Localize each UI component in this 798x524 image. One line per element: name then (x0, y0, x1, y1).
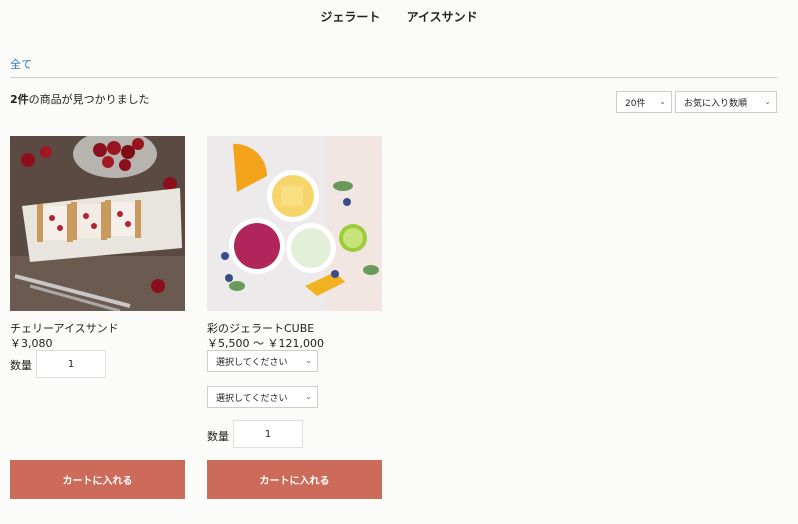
top-navigation: ジェラート アイスサンド (0, 8, 798, 25)
result-count-number: 2件 (10, 93, 29, 106)
variant-select-value: 選択してください (216, 393, 288, 404)
per-page-select[interactable]: 20件 ⌄ (616, 91, 672, 113)
add-to-cart-button[interactable]: カートに入れる (207, 460, 382, 499)
chevron-down-icon: ⌄ (305, 392, 312, 401)
nav-gelato[interactable]: ジェラート (320, 10, 380, 24)
add-to-cart-button[interactable]: カートに入れる (10, 460, 185, 499)
nav-ice-sand[interactable]: アイスサンド (407, 10, 478, 24)
chevron-down-icon: ⌄ (305, 356, 312, 365)
quantity-input[interactable]: 1 (36, 350, 106, 378)
product-price: ￥5,500 ～ ￥121,000 (207, 337, 324, 350)
divider (10, 77, 777, 78)
chevron-down-icon: ⌄ (659, 97, 666, 106)
quantity-label: 数量 (207, 430, 229, 443)
variant-select-value: 選択してください (216, 357, 288, 368)
product-image-cherry-ice-sand[interactable] (10, 136, 185, 311)
variant-select-1[interactable]: 選択してください ⌄ (207, 350, 318, 372)
sort-select[interactable]: お気に入り数順 ⌄ (675, 91, 777, 113)
sort-value: お気に入り数順 (684, 98, 748, 109)
product-price: ￥3,080 (10, 337, 53, 350)
quantity-input[interactable]: 1 (233, 420, 303, 448)
result-count: 2件の商品が見つかりました (10, 91, 150, 107)
quantity-label: 数量 (10, 359, 32, 372)
variant-select-2[interactable]: 選択してください ⌄ (207, 386, 318, 408)
result-count-text: の商品が見つかりました (28, 93, 150, 106)
product-name[interactable]: 彩のジェラートCUBE (207, 320, 314, 336)
per-page-value: 20件 (625, 98, 646, 109)
product-name[interactable]: チェリーアイスサンド (10, 320, 119, 336)
breadcrumb-all[interactable]: 全て (10, 56, 32, 72)
product-image-gelato-cube[interactable] (207, 136, 382, 311)
chevron-down-icon: ⌄ (764, 97, 771, 106)
